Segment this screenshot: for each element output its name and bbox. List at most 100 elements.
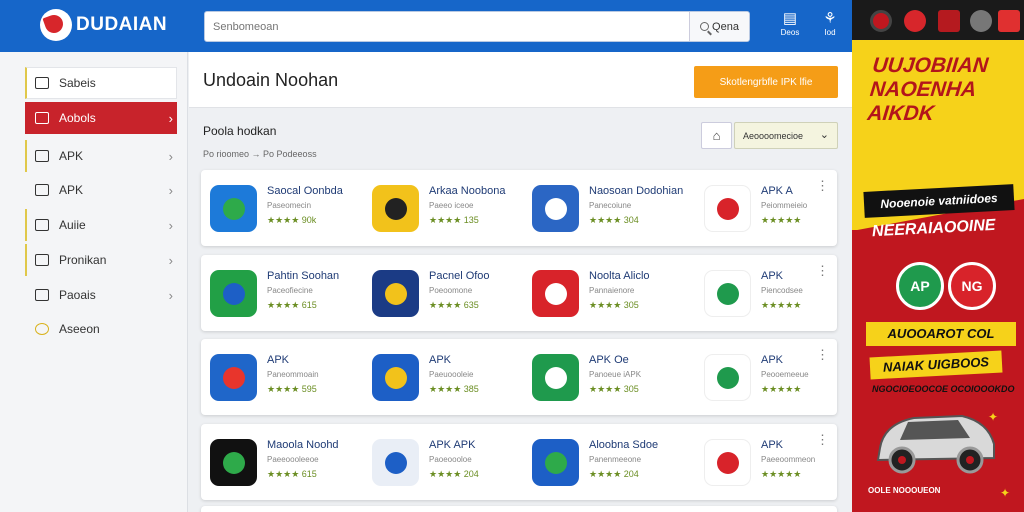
ad-badge-red: NG (948, 262, 996, 310)
app-name[interactable]: Noolta Aliclo (589, 270, 650, 282)
app-rating: ★★★★ 204 (589, 469, 639, 479)
app-tile[interactable]: Arkaa Noobona Paeeo iceoe ★★★★ 135 (363, 177, 513, 239)
app-rating: ★★★★ 615 (267, 469, 317, 479)
app-logo[interactable]: DUDAIAN (40, 9, 167, 41)
share-button[interactable]: ⚘ Iod (812, 10, 848, 37)
app-icon[interactable] (532, 185, 579, 232)
grid-icon (35, 254, 49, 266)
sparkle-icon: ✦ (988, 410, 999, 424)
app-icon[interactable] (372, 354, 419, 401)
app-icon-glyph (384, 366, 407, 389)
app-developer: Paseomecin (267, 201, 312, 210)
app-developer: Paeeo iceoe (429, 201, 474, 210)
app-rating: ★★★★ 595 (267, 384, 317, 394)
app-icon[interactable] (704, 439, 751, 486)
app-tile[interactable]: Pahtin Soohan Paceofiecine ★★★★ 615 (201, 262, 351, 324)
ad-tagline-2: NAIAK UIGBOOS (869, 350, 1003, 380)
app-tile[interactable]: Naosoan Dodohian Panecoiune ★★★★ 304 (523, 177, 683, 239)
sidebar-item-4[interactable]: Auiie › (25, 209, 177, 241)
app-name[interactable]: APK (267, 354, 289, 366)
ad-panel[interactable]: UUJOBIIAN NAOENHA AIKDK Nooenoie vatniid… (852, 0, 1024, 512)
app-developer: Paoeoooloe (429, 455, 472, 464)
app-icon[interactable] (532, 354, 579, 401)
app-name[interactable]: Naosoan Dodohian (589, 185, 683, 197)
app-name[interactable]: APK APK (429, 439, 475, 451)
avatar[interactable] (970, 10, 992, 32)
sidebar-item-5[interactable]: Pronikan › (25, 244, 177, 276)
app-rating: ★★★★ 135 (429, 215, 479, 225)
sidebar-item-2[interactable]: APK › (25, 140, 177, 172)
sidebar-item-7[interactable]: Aseeon (25, 313, 177, 345)
app-rating: ★★★★ 635 (429, 300, 479, 310)
app-tile[interactable]: APK Paneommoain ★★★★ 595 (201, 346, 351, 408)
app-icon[interactable] (372, 439, 419, 486)
app-name[interactable]: APK (429, 354, 451, 366)
app-name[interactable]: Maoola Noohd (267, 439, 339, 451)
app-icon[interactable] (704, 185, 751, 232)
top-header: DUDAIAN Qena ▤ Deos ⚘ Iod (0, 0, 852, 52)
briefcase-icon (35, 112, 49, 124)
search-input[interactable] (213, 20, 653, 33)
app-icon-glyph (544, 451, 567, 474)
app-developer: Paeeoommeon (761, 455, 816, 464)
app-rating: ★★★★ 615 (267, 300, 317, 310)
app-icon[interactable] (704, 354, 751, 401)
app-tile[interactable]: Pacnel Ofoo Poeoomone ★★★★ 635 (363, 262, 513, 324)
primary-cta-button[interactable]: Skotlengrbfle IPK lfie (694, 66, 838, 98)
app-developer: Paceofiecine (267, 286, 313, 295)
app-name[interactable]: Saocal Oonbda (267, 185, 343, 197)
app-icon[interactable] (210, 439, 257, 486)
app-developer: Poeoomone (429, 286, 473, 295)
app-name[interactable]: Aloobna Sdoe (589, 439, 658, 451)
app-icon[interactable] (210, 270, 257, 317)
star-icon (35, 323, 49, 335)
app-rating: ★★★★ 304 (589, 215, 639, 225)
app-tile[interactable]: APK APK Paoeoooloe ★★★★ 204 (363, 431, 513, 493)
app-icon[interactable] (372, 185, 419, 232)
gamepad-icon (35, 184, 49, 196)
app-icon[interactable] (704, 270, 751, 317)
app-icon-glyph (384, 451, 407, 474)
app-tile[interactable]: APK Oe Panoeue iAPK ★★★★ 305 (523, 346, 673, 408)
more-options-icon[interactable]: ⋮ (816, 347, 829, 363)
app-name[interactable]: APK (761, 354, 783, 366)
chevron-right-icon: › (168, 252, 173, 268)
app-row-card: Maoola Noohd Paeeoooleeoe ★★★★ 615 APK APK P… (201, 424, 837, 500)
app-name[interactable]: APK (761, 270, 783, 282)
sidebar-item-0[interactable]: Sabeis (25, 67, 177, 99)
sidebar-item-6[interactable]: Paoais › (25, 279, 177, 311)
app-icon[interactable] (210, 354, 257, 401)
app-name[interactable]: APK (761, 439, 783, 451)
shirt-icon (938, 10, 960, 32)
app-developer: Peiommeieio (761, 201, 808, 210)
app-developer: Panenmeeone (589, 455, 642, 464)
list-button[interactable]: ▤ Deos (772, 10, 808, 37)
filter-select[interactable]: Aeoooomecioe ⌄ (734, 122, 838, 149)
search-button[interactable]: Qena (689, 12, 749, 41)
logo-title: DUDAIAN (76, 14, 168, 35)
chevron-right-icon: › (168, 287, 173, 303)
sidebar-item-1[interactable]: Aobols › (25, 102, 177, 134)
app-tile[interactable]: Aloobna Sdoe Panenmeeone ★★★★ 204 (523, 431, 673, 493)
app-icon[interactable] (210, 185, 257, 232)
main-header: Undoain Noohan Skotlengrbfle IPK lfie (189, 52, 852, 108)
home-button[interactable]: ⌂ (701, 122, 732, 149)
app-icon[interactable] (372, 270, 419, 317)
app-name[interactable]: APK Oe (589, 354, 629, 366)
more-options-icon[interactable]: ⋮ (816, 263, 829, 279)
app-name[interactable]: Arkaa Noobona (429, 185, 505, 197)
app-name[interactable]: Pahtin Soohan (267, 270, 339, 282)
app-tile[interactable]: Maoola Noohd Paeeoooleeoe ★★★★ 615 (201, 431, 351, 493)
app-name[interactable]: APK A (761, 185, 793, 197)
more-options-icon[interactable]: ⋮ (816, 432, 829, 448)
app-developer: Paeeoooleeoe (267, 455, 319, 464)
app-icon[interactable] (532, 270, 579, 317)
app-tile[interactable]: Saocal Oonbda Paseomecin ★★★★ 90k (201, 177, 351, 239)
sidebar-item-3[interactable]: APK › (25, 174, 177, 206)
app-tile[interactable]: Noolta Aliclo Pannaienore ★★★★ 305 (523, 262, 673, 324)
app-name[interactable]: Pacnel Ofoo (429, 270, 490, 282)
avatar[interactable] (870, 10, 892, 32)
app-icon[interactable] (532, 439, 579, 486)
more-options-icon[interactable]: ⋮ (816, 178, 829, 194)
app-tile[interactable]: APK Paeuoooleie ★★★★ 385 (363, 346, 513, 408)
